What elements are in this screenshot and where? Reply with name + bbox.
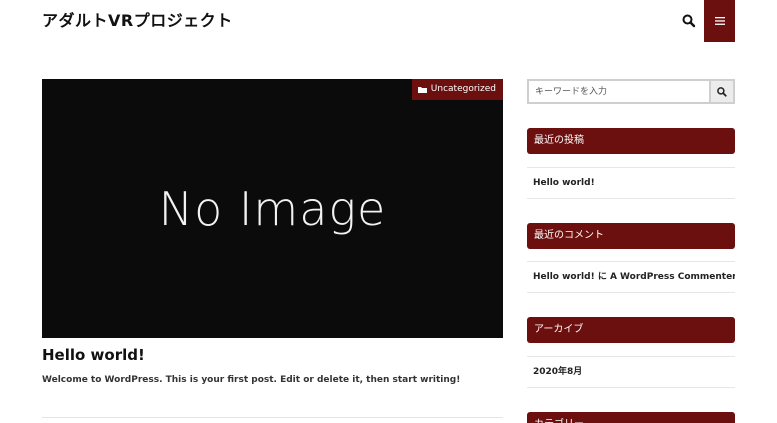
post-thumbnail[interactable]: No Image Uncategorized [42,79,503,338]
post-divider [42,417,503,418]
recent-comment-item[interactable]: Hello world! に A WordPress Commenter より [527,261,735,293]
widget-heading-categories: カテゴリー [527,412,735,423]
recent-post-item[interactable]: Hello world! [527,167,735,199]
archive-item[interactable]: 2020年8月 [527,356,735,388]
site-title[interactable]: アダルトVRプロジェクト [42,10,233,32]
folder-icon [417,87,427,93]
widget-heading-recent-comments: 最近のコメント [527,223,735,249]
page: アダルトVRプロジェクト No Image Uncategorized Hell… [0,0,777,423]
hamburger-menu-icon [714,17,725,25]
post-excerpt: Welcome to WordPress. This is your first… [42,375,461,385]
search-submit-button[interactable] [709,81,733,102]
no-image-text: No Image [158,182,387,236]
menu-button[interactable] [704,0,735,42]
post-title[interactable]: Hello world! [42,345,145,365]
sidebar-search [527,79,735,104]
search-icon [717,86,727,97]
header-search-button[interactable] [681,13,697,29]
category-label: Uncategorized [430,84,496,94]
widget-heading-recent-posts: 最近の投稿 [527,128,735,154]
category-badge[interactable]: Uncategorized [411,79,503,100]
widget-heading-archives: アーカイブ [527,317,735,343]
search-input[interactable] [529,81,709,102]
search-icon [682,14,696,28]
